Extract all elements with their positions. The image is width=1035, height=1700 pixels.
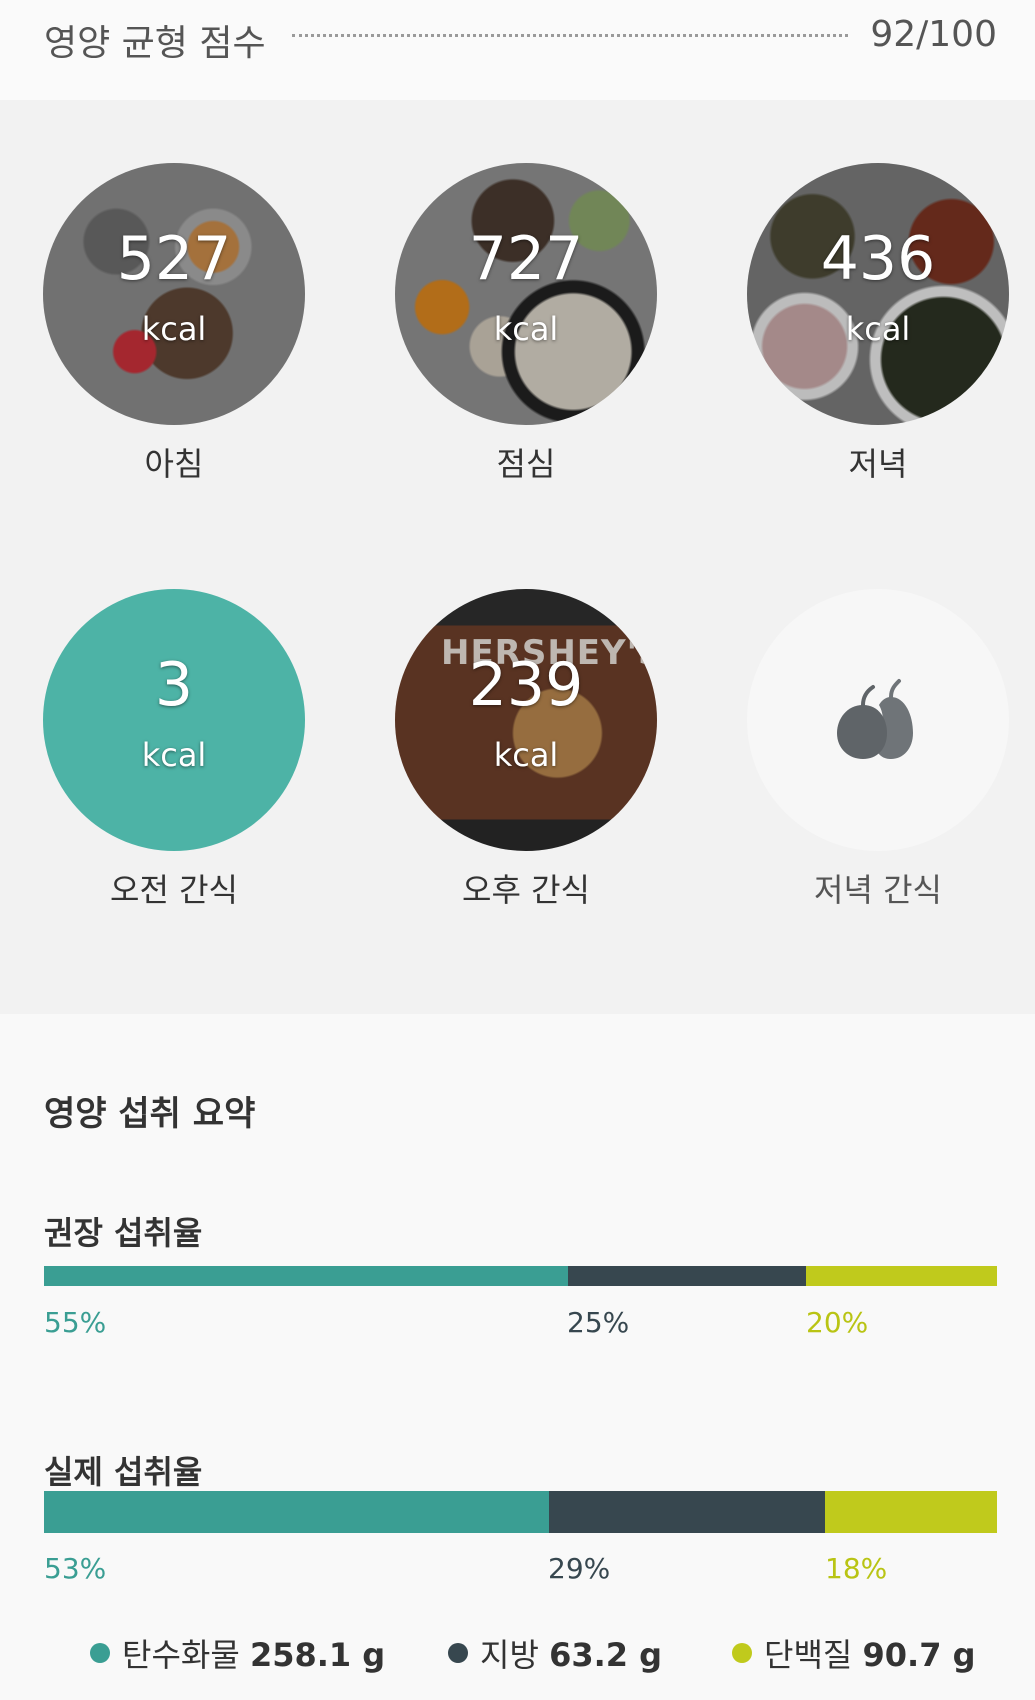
dotted-leader bbox=[292, 34, 848, 37]
kcal-unit: kcal bbox=[845, 310, 911, 348]
carb-dot-icon bbox=[90, 1643, 110, 1663]
legend-protein: 단백질 90.7 g bbox=[732, 1630, 976, 1676]
legend-fat: 지방 63.2 g bbox=[448, 1630, 662, 1676]
meal-evening-snack[interactable]: 저녁 간식 bbox=[747, 589, 1009, 911]
actual-fat-segment bbox=[549, 1491, 826, 1533]
score-value: 92/100 bbox=[870, 14, 997, 55]
actual-carb-pct: 53% bbox=[44, 1552, 107, 1585]
breakfast-label: 아침 bbox=[144, 445, 204, 483]
legend-carb-name: 탄수화물 bbox=[122, 1636, 240, 1674]
fat-dot-icon bbox=[448, 1643, 468, 1663]
evening-snack-add-circle[interactable] bbox=[747, 589, 1009, 851]
recommended-fat-segment bbox=[568, 1266, 807, 1286]
legend-fat-name: 지방 bbox=[480, 1636, 539, 1674]
legend-carb: 탄수화물 258.1 g bbox=[90, 1630, 385, 1676]
actual-carb-segment bbox=[44, 1491, 550, 1533]
legend-protein-value: 90.7 g bbox=[862, 1636, 976, 1674]
actual-title: 실제 섭취율 bbox=[44, 1453, 203, 1491]
recommended-ratio-bar bbox=[44, 1266, 997, 1286]
meal-morning-snack[interactable]: 3 kcal 오전 간식 bbox=[43, 589, 305, 911]
actual-protein-pct: 18% bbox=[825, 1552, 888, 1585]
recommended-protein-segment bbox=[806, 1266, 997, 1286]
protein-dot-icon bbox=[732, 1643, 752, 1663]
legend-protein-name: 단백질 bbox=[764, 1636, 853, 1674]
kcal-unit: kcal bbox=[141, 310, 207, 348]
actual-fat-pct: 29% bbox=[548, 1552, 611, 1585]
dinner-kcal: 436 bbox=[820, 224, 936, 294]
legend-fat-value: 63.2 g bbox=[549, 1636, 663, 1674]
actual-protein-segment bbox=[825, 1491, 997, 1533]
dinner-label: 저녁 bbox=[848, 445, 908, 483]
actual-ratio-bar bbox=[44, 1491, 997, 1533]
breakfast-kcal: 527 bbox=[116, 224, 232, 294]
morning-snack-circle[interactable]: 3 kcal bbox=[43, 589, 305, 851]
nutrition-score-header[interactable]: 영양 균형 점수 92/100 bbox=[0, 0, 1035, 100]
morning-snack-label: 오전 간식 bbox=[110, 871, 238, 909]
lunch-photo[interactable]: 727 kcal bbox=[395, 163, 657, 425]
morning-snack-kcal: 3 bbox=[154, 650, 194, 720]
evening-snack-label: 저녁 간식 bbox=[814, 871, 942, 909]
dinner-photo[interactable]: 436 kcal bbox=[747, 163, 1009, 425]
recommended-fat-pct: 25% bbox=[567, 1306, 630, 1339]
afternoon-snack-kcal: 239 bbox=[468, 650, 584, 720]
meals-section: 527 kcal 아침 727 kcal 점심 436 kcal 저녁 3 kc… bbox=[0, 100, 1035, 1014]
kcal-unit: kcal bbox=[493, 736, 559, 774]
breakfast-photo[interactable]: 527 kcal bbox=[43, 163, 305, 425]
legend-carb-value: 258.1 g bbox=[249, 1636, 386, 1674]
afternoon-snack-label: 오후 간식 bbox=[462, 871, 590, 909]
lunch-label: 점심 bbox=[496, 445, 556, 483]
kcal-unit: kcal bbox=[141, 736, 207, 774]
recommended-title: 권장 섭취율 bbox=[44, 1214, 203, 1252]
recommended-protein-pct: 20% bbox=[806, 1306, 869, 1339]
score-title: 영양 균형 점수 bbox=[44, 23, 266, 64]
afternoon-snack-photo[interactable]: HERSHEY'S 239 kcal bbox=[395, 589, 657, 851]
recommended-carb-segment bbox=[44, 1266, 569, 1286]
lunch-kcal: 727 bbox=[468, 224, 584, 294]
meal-afternoon-snack[interactable]: HERSHEY'S 239 kcal 오후 간식 bbox=[395, 589, 657, 911]
fruit-icon bbox=[837, 679, 913, 759]
summary-title: 영양 섭취 요약 bbox=[44, 1094, 256, 1134]
meal-breakfast[interactable]: 527 kcal 아침 bbox=[43, 163, 305, 485]
meal-dinner[interactable]: 436 kcal 저녁 bbox=[747, 163, 1009, 485]
kcal-unit: kcal bbox=[493, 310, 559, 348]
meal-lunch[interactable]: 727 kcal 점심 bbox=[395, 163, 657, 485]
recommended-carb-pct: 55% bbox=[44, 1306, 107, 1339]
